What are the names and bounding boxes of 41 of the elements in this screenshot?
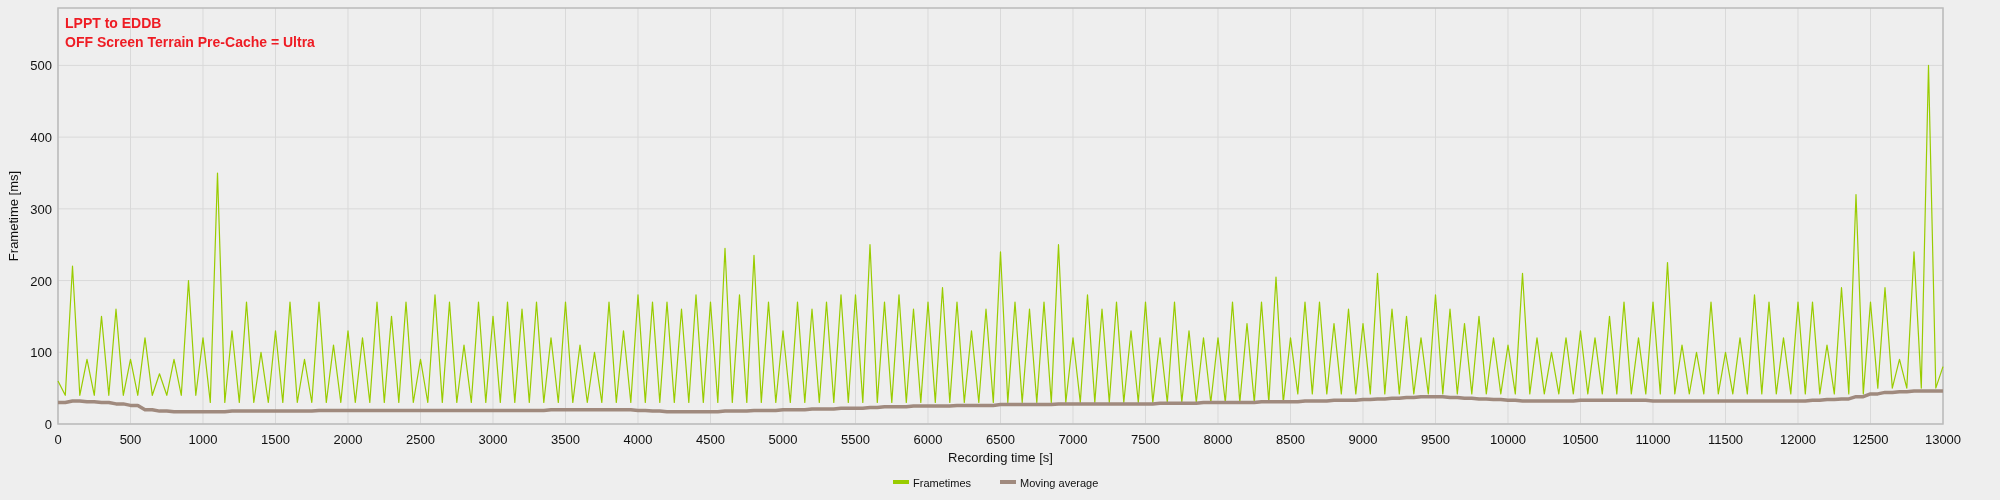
legend-label: Moving average [1020,477,1099,489]
legend-swatch [893,480,909,484]
x-tick-label: 10500 [1562,432,1599,447]
y-tick-label: 500 [30,58,52,74]
x-tick-label: 4500 [696,432,725,447]
x-tick-label: 7500 [1131,432,1160,447]
x-tick-label: 500 [119,432,142,447]
y-tick-label: 100 [30,345,52,361]
x-tick-label: 12500 [1852,432,1889,447]
x-tick-label: 9500 [1421,432,1450,447]
x-tick-label: 0 [54,432,62,447]
y-tick-label: 400 [30,130,52,146]
chart-title: OFF Screen Terrain Pre-Cache = Ultra [65,34,315,50]
x-tick-label: 8000 [1203,432,1233,447]
x-tick-label: 5500 [841,432,870,447]
x-tick-label: 1500 [261,432,290,447]
x-tick-label: 5000 [768,432,798,447]
x-tick-label: 1000 [188,432,218,447]
x-axis-title: Recording time [s] [948,450,1053,465]
legend-swatch [1000,480,1016,484]
x-tick-label: 6000 [913,432,943,447]
legend-label: Frametimes [913,477,972,489]
x-tick-label: 13000 [1924,432,1962,447]
x-tick-label: 2000 [333,432,363,447]
y-tick-label: 200 [30,273,52,289]
x-tick-label: 4000 [623,432,653,447]
x-tick-label: 2500 [406,432,435,447]
x-tick-label: 6500 [986,432,1015,447]
y-axis-title: Frametime [ms] [6,170,21,262]
x-tick-label: 11500 [1707,432,1744,447]
x-tick-label: 9000 [1348,432,1378,447]
y-tick-label: 0 [44,417,52,432]
x-tick-label: 3000 [478,432,508,447]
y-tick-label: 300 [30,201,52,217]
x-tick-label: 8500 [1276,432,1305,447]
x-tick-label: 12000 [1779,432,1817,447]
chart-title: LPPT to EDDB [65,15,162,31]
x-tick-label: 11000 [1635,432,1671,447]
x-tick-label: 3500 [551,432,580,447]
x-tick-label: 10000 [1489,432,1527,447]
x-tick-label: 7000 [1058,432,1088,447]
